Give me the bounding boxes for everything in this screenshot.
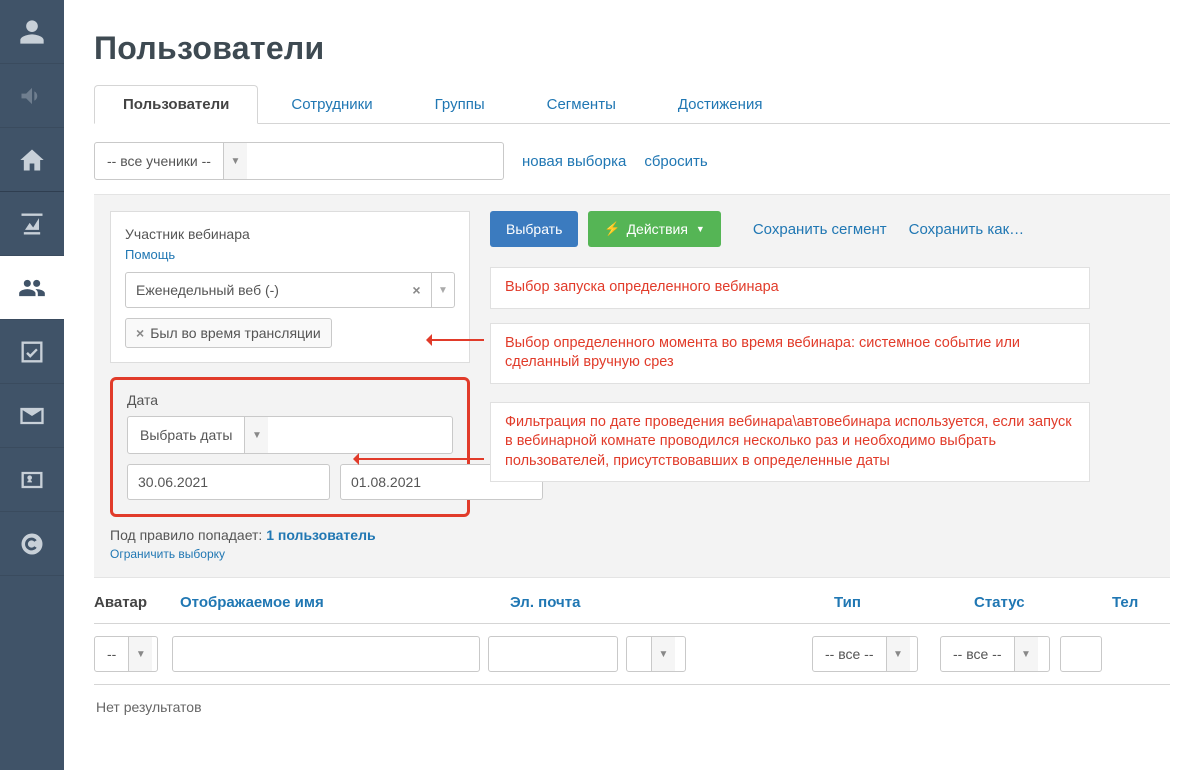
left-sidebar [0, 0, 64, 770]
tab-segments[interactable]: Сегменты [518, 85, 645, 123]
sidebar-item-announce[interactable] [0, 64, 64, 128]
date-label: Дата [127, 392, 453, 408]
clear-webinar-icon[interactable]: × [402, 273, 432, 307]
email-mode-select[interactable]: ▼ [626, 636, 686, 672]
email-filter-input[interactable] [488, 636, 618, 672]
sidebar-item-c[interactable] [0, 512, 64, 576]
filter-help-link[interactable]: Помощь [125, 247, 175, 262]
arrow-icon [429, 339, 484, 341]
th-status[interactable]: Статус [974, 594, 1112, 611]
th-email[interactable]: Эл. почта [510, 594, 834, 611]
tab-achievements[interactable]: Достижения [649, 85, 792, 123]
date-mode-value: Выбрать даты [128, 427, 244, 443]
table-filter-row: -- ▼ ▼ -- все -- ▼ -- все -- [94, 624, 1170, 685]
table-empty-text: Нет результатов [94, 685, 1170, 729]
th-avatar: Аватар [94, 594, 180, 611]
page-title: Пользователи [94, 30, 1170, 67]
tabs: Пользователи Сотрудники Группы Сегменты … [94, 85, 1170, 124]
th-tel[interactable]: Тел [1112, 594, 1170, 611]
type-filter-select[interactable]: -- все -- ▼ [812, 636, 918, 672]
tel-filter-input[interactable] [1060, 636, 1102, 672]
tab-groups[interactable]: Группы [406, 85, 514, 123]
date-filter-box: Дата Выбрать даты ▼ [110, 377, 470, 517]
chart-icon [18, 210, 46, 238]
save-segment-link[interactable]: Сохранить сегмент [753, 221, 887, 238]
scope-select[interactable]: -- все ученики -- ▼ [94, 142, 504, 180]
config-card-icon [18, 466, 46, 494]
status-filter-select[interactable]: -- все -- ▼ [940, 636, 1050, 672]
date-mode-select[interactable]: Выбрать даты ▼ [127, 416, 453, 454]
home-icon [18, 146, 46, 174]
table-header-row: Аватар Отображаемое имя Эл. почта Тип Ст… [94, 582, 1170, 624]
moment-chip[interactable]: × Был во время трансляции [125, 318, 332, 348]
sidebar-item-config[interactable] [0, 448, 64, 512]
chevron-down-icon: ▼ [128, 637, 152, 671]
chevron-down-icon: ▼ [244, 417, 268, 453]
rule-match-count-link[interactable]: 1 пользователь [266, 527, 375, 543]
sidebar-item-home[interactable] [0, 128, 64, 192]
user-icon [18, 18, 46, 46]
chevron-down-icon: ▼ [696, 224, 705, 234]
new-selection-link[interactable]: новая выборка [522, 153, 626, 170]
moment-chip-text: Был во время трансляции [150, 325, 321, 341]
name-filter-input[interactable] [172, 636, 480, 672]
webinar-select[interactable]: Еженедельный веб (-) × ▼ [125, 272, 455, 308]
tab-users[interactable]: Пользователи [94, 85, 258, 124]
annotation-webinar-select: Выбор запуска определенного вебинара [490, 267, 1090, 309]
date-from-input[interactable] [127, 464, 330, 500]
reset-link[interactable]: сбросить [644, 153, 707, 170]
annotation-date-filter: Фильтрация по дате проведения вебинара\а… [490, 402, 1090, 483]
c-logo-icon [18, 530, 46, 558]
filter-label: Участник вебинара [125, 226, 455, 242]
announce-icon [18, 82, 46, 110]
sidebar-item-users[interactable] [0, 256, 64, 320]
actions-dropdown-button[interactable]: ⚡ Действия ▼ [588, 211, 720, 247]
chevron-down-icon: ▼ [223, 143, 247, 179]
th-type[interactable]: Тип [834, 594, 974, 611]
chevron-down-icon: ▼ [886, 637, 910, 671]
chevron-down-icon: ▼ [651, 637, 675, 671]
sidebar-item-profile[interactable] [0, 0, 64, 64]
remove-chip-icon[interactable]: × [136, 325, 144, 341]
annotation-moment-select: Выбор определенного момента во время веб… [490, 323, 1090, 384]
scope-select-value: -- все ученики -- [95, 153, 223, 169]
select-button[interactable]: Выбрать [490, 211, 578, 247]
arrow-icon [356, 458, 484, 460]
sidebar-item-stats[interactable] [0, 192, 64, 256]
chevron-down-icon[interactable]: ▼ [432, 285, 454, 296]
tab-employees[interactable]: Сотрудники [262, 85, 401, 123]
checkbox-icon [18, 338, 46, 366]
avatar-filter-select[interactable]: -- ▼ [94, 636, 158, 672]
save-as-link[interactable]: Сохранить как… [909, 221, 1025, 238]
bolt-icon: ⚡ [604, 221, 620, 237]
webinar-select-value: Еженедельный веб (-) [126, 282, 402, 298]
limit-selection-link[interactable]: Ограничить выборку [110, 547, 225, 561]
users-icon [18, 274, 46, 302]
webinar-participant-filter: Участник вебинара Помощь Еженедельный ве… [110, 211, 470, 363]
chevron-down-icon: ▼ [1014, 637, 1038, 671]
sidebar-item-tasks[interactable] [0, 320, 64, 384]
th-display-name[interactable]: Отображаемое имя [180, 594, 510, 611]
sidebar-item-mail[interactable] [0, 384, 64, 448]
mail-icon [18, 402, 46, 430]
rule-match-text: Под правило попадает: 1 пользователь [110, 527, 470, 543]
